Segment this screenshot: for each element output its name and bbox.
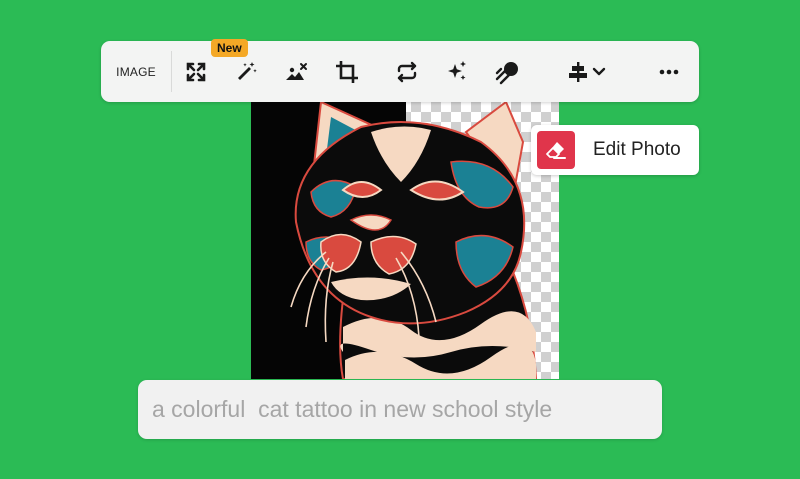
toolbar-label: IMAGE xyxy=(116,64,156,79)
swap-button[interactable] xyxy=(390,55,424,89)
edit-photo-button[interactable]: Edit Photo xyxy=(531,125,699,175)
edit-photo-icon-tile xyxy=(537,131,575,169)
more-icon xyxy=(659,69,679,75)
sparkles-icon xyxy=(448,61,466,80)
upscale-button[interactable] xyxy=(491,55,525,89)
chevron-down-icon xyxy=(592,67,605,76)
swap-icon xyxy=(397,61,417,83)
eraser-icon xyxy=(546,142,566,159)
upscale-icon xyxy=(495,62,518,85)
more-options-button[interactable] xyxy=(652,55,686,89)
remove-background-button[interactable] xyxy=(280,55,314,89)
new-badge: New xyxy=(211,39,248,57)
align-icon xyxy=(568,62,587,82)
align-dropdown-button[interactable] xyxy=(561,55,611,89)
ai-enhance-button[interactable] xyxy=(440,55,474,89)
edit-photo-label: Edit Photo xyxy=(593,139,681,160)
prompt-input[interactable]: a colorful cat tattoo in new school styl… xyxy=(138,380,662,439)
cat-tattoo-illustration xyxy=(251,102,559,379)
crop-icon xyxy=(336,61,358,83)
magic-edit-button[interactable] xyxy=(229,55,263,89)
crop-button[interactable] xyxy=(330,55,364,89)
expand-icon xyxy=(186,62,206,82)
canvas-image[interactable] xyxy=(251,102,559,379)
remove-background-icon xyxy=(286,63,307,80)
magic-wand-icon xyxy=(238,62,257,80)
expand-button[interactable] xyxy=(179,55,213,89)
toolbar-divider xyxy=(171,51,172,92)
image-toolbar: IMAGE New xyxy=(101,39,699,102)
